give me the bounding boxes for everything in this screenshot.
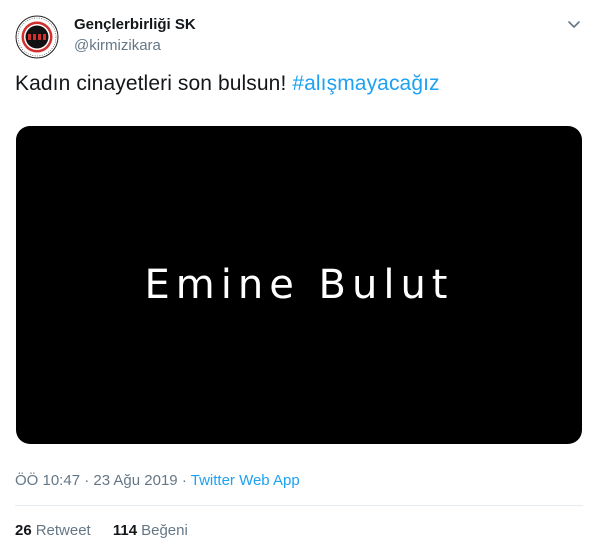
- likes-stat[interactable]: 114 Beğeni: [113, 522, 188, 539]
- club-crest-icon: [15, 15, 59, 59]
- tweet-time[interactable]: ÖÖ 10:47: [15, 472, 80, 489]
- retweets-label: Retweet: [35, 522, 91, 539]
- media-title: Emine Bulut: [144, 262, 454, 308]
- retweets-stat[interactable]: 26 Retweet: [15, 522, 91, 539]
- tweet-meta: ÖÖ 10:47 · 23 Ağu 2019 · Twitter Web App: [15, 472, 300, 489]
- user-handle[interactable]: @kirmizikara: [74, 37, 161, 54]
- meta-separator: ·: [84, 472, 90, 489]
- user-name[interactable]: Gençlerbirliği SK: [74, 16, 196, 33]
- likes-label: Beğeni: [141, 522, 188, 539]
- tweet-body: Kadın cinayetleri son bulsun!: [15, 72, 287, 95]
- retweets-count: 26: [15, 522, 32, 539]
- divider: [15, 505, 583, 506]
- tweet-stats: 26 Retweet 114 Beğeni: [15, 522, 206, 539]
- avatar[interactable]: [15, 15, 59, 59]
- chevron-down-icon[interactable]: [566, 16, 582, 32]
- likes-count: 114: [112, 522, 138, 539]
- meta-separator: ·: [181, 472, 187, 489]
- tweet-card: Gençlerbirliği SK @kirmizikara Kadın cin…: [0, 0, 598, 553]
- tweet-text: Kadın cinayetleri son bulsun! #alışmayac…: [15, 72, 440, 96]
- source-app-link[interactable]: Twitter Web App: [191, 472, 300, 489]
- video-media[interactable]: Emine Bulut: [16, 126, 582, 444]
- hashtag-link[interactable]: #alışmayacağız: [292, 72, 439, 95]
- tweet-date[interactable]: 23 Ağu 2019: [93, 472, 177, 489]
